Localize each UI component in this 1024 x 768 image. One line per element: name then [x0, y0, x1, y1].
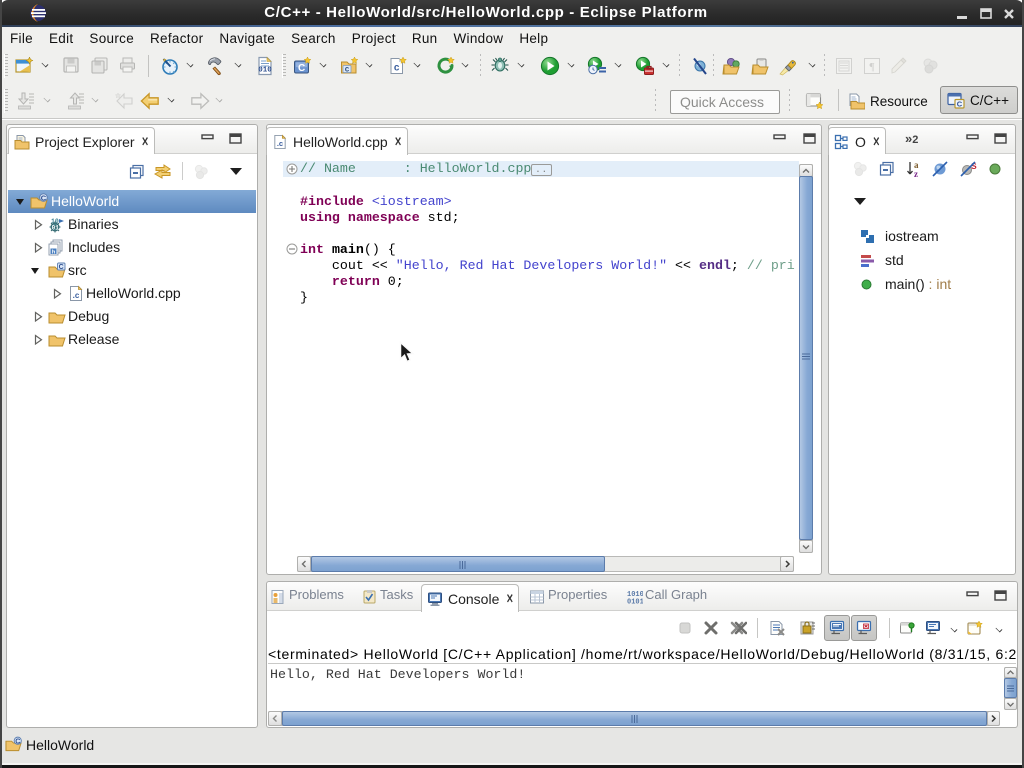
- svg-text:C: C: [957, 99, 963, 108]
- svg-text:C: C: [15, 737, 20, 745]
- svg-text:010: 010: [258, 67, 272, 75]
- svg-text:0101: 0101: [627, 599, 643, 606]
- svg-text:C: C: [41, 193, 47, 202]
- svg-text:z: z: [914, 169, 918, 178]
- svg-text:c: c: [345, 65, 350, 74]
- svg-text:.c: .c: [277, 139, 283, 148]
- svg-text:C: C: [298, 63, 305, 74]
- svg-text:C: C: [59, 264, 64, 271]
- svg-text:01: 01: [52, 225, 60, 232]
- svg-text:c: c: [394, 63, 400, 74]
- svg-text:.c: .c: [73, 291, 80, 300]
- svg-text:¶: ¶: [870, 61, 875, 73]
